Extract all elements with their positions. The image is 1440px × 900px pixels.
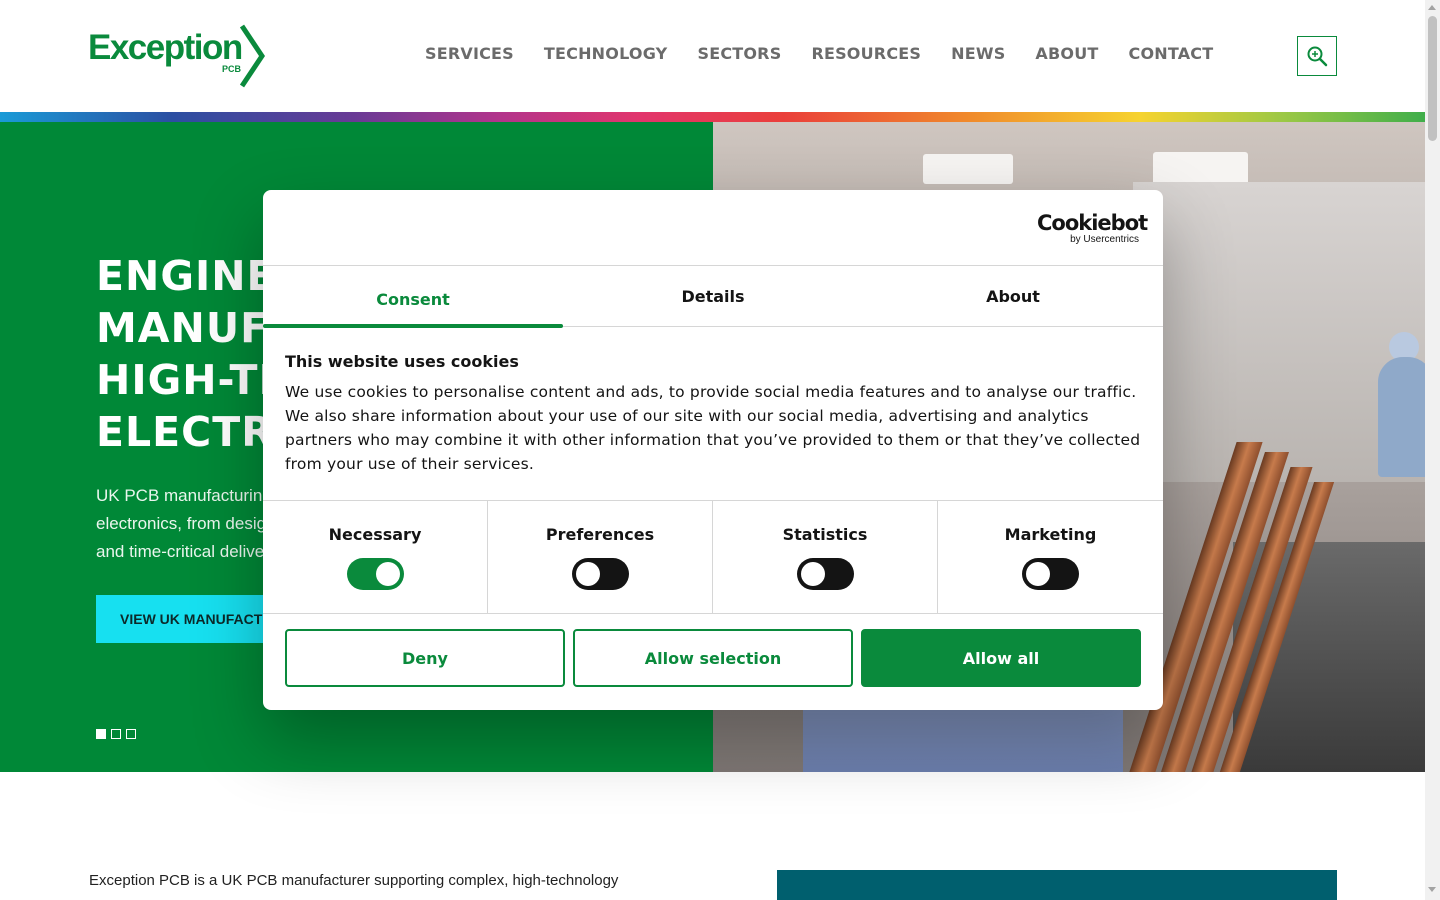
scrollbar-thumb[interactable] bbox=[1428, 16, 1437, 141]
toggle-cell-preferences: Preferences bbox=[488, 501, 713, 613]
cookiebot-brand: Cookiebot bbox=[1037, 211, 1148, 235]
intro-text: Exception PCB is a UK PCB manufacturer s… bbox=[89, 872, 619, 889]
tab-details[interactable]: Details bbox=[563, 266, 863, 327]
nav-services[interactable]: SERVICES bbox=[425, 44, 514, 63]
nav-news[interactable]: NEWS bbox=[951, 44, 1005, 63]
allow-selection-button[interactable]: Allow selection bbox=[573, 629, 853, 687]
tab-about[interactable]: About bbox=[863, 266, 1163, 327]
nav-sectors[interactable]: SECTORS bbox=[697, 44, 781, 63]
marketing-toggle[interactable] bbox=[1022, 558, 1079, 590]
nav-technology[interactable]: TECHNOLOGY bbox=[544, 44, 668, 63]
toggle-label-necessary: Necessary bbox=[328, 525, 422, 544]
site-header: Exception PCB SERVICES TECHNOLOGY SECTOR… bbox=[0, 0, 1425, 112]
teal-panel bbox=[777, 870, 1337, 900]
nav-about[interactable]: ABOUT bbox=[1035, 44, 1098, 63]
statistics-toggle[interactable] bbox=[796, 558, 854, 590]
toggle-cell-statistics: Statistics bbox=[713, 501, 938, 613]
necessary-toggle[interactable] bbox=[346, 558, 404, 590]
allow-all-button[interactable]: Allow all bbox=[861, 629, 1141, 687]
preferences-toggle[interactable] bbox=[571, 558, 629, 590]
cookiebot-logo: Cookiebot by Usercentrics bbox=[1037, 211, 1148, 245]
cookiebot-brand-sub: by Usercentrics bbox=[1070, 234, 1139, 245]
nav-contact[interactable]: CONTACT bbox=[1129, 44, 1214, 63]
slider-dot-3[interactable] bbox=[126, 729, 136, 739]
scroll-up-arrow-icon[interactable] bbox=[1428, 5, 1436, 10]
toggle-label-preferences: Preferences bbox=[545, 525, 655, 544]
cookie-tabs: Consent Details About bbox=[263, 265, 1163, 328]
scroll-down-arrow-icon[interactable] bbox=[1428, 887, 1436, 892]
main-nav: SERVICES TECHNOLOGY SECTORS RESOURCES NE… bbox=[425, 44, 1213, 63]
toggle-cell-necessary: Necessary bbox=[263, 501, 488, 613]
search-button[interactable] bbox=[1297, 36, 1337, 76]
slider-dot-2[interactable] bbox=[111, 729, 121, 739]
cookie-body-text: We use cookies to personalise content an… bbox=[285, 383, 1141, 473]
exception-pcb-logo[interactable]: Exception PCB bbox=[88, 24, 268, 90]
toggle-cell-marketing: Marketing bbox=[938, 501, 1163, 613]
rainbow-divider bbox=[0, 112, 1425, 122]
logo-bracket-icon bbox=[239, 24, 266, 88]
search-icon bbox=[1307, 46, 1328, 67]
cookie-category-toggles: Necessary Preferences Statistics Marketi… bbox=[263, 500, 1163, 614]
nav-resources[interactable]: RESOURCES bbox=[811, 44, 921, 63]
deny-button[interactable]: Deny bbox=[285, 629, 565, 687]
tab-consent[interactable]: Consent bbox=[263, 266, 563, 328]
cookie-actions: Deny Allow selection Allow all bbox=[285, 629, 1141, 687]
slider-dot-1[interactable] bbox=[96, 729, 106, 739]
cookie-consent-dialog: Cookiebot by Usercentrics Consent Detail… bbox=[263, 190, 1163, 710]
logo-wordmark: Exception bbox=[88, 28, 243, 67]
toggle-label-statistics: Statistics bbox=[782, 525, 868, 544]
slider-dots bbox=[96, 729, 136, 739]
page-scrollbar[interactable] bbox=[1425, 0, 1440, 900]
cookie-heading: This website uses cookies bbox=[285, 352, 519, 371]
toggle-label-marketing: Marketing bbox=[1004, 525, 1097, 544]
